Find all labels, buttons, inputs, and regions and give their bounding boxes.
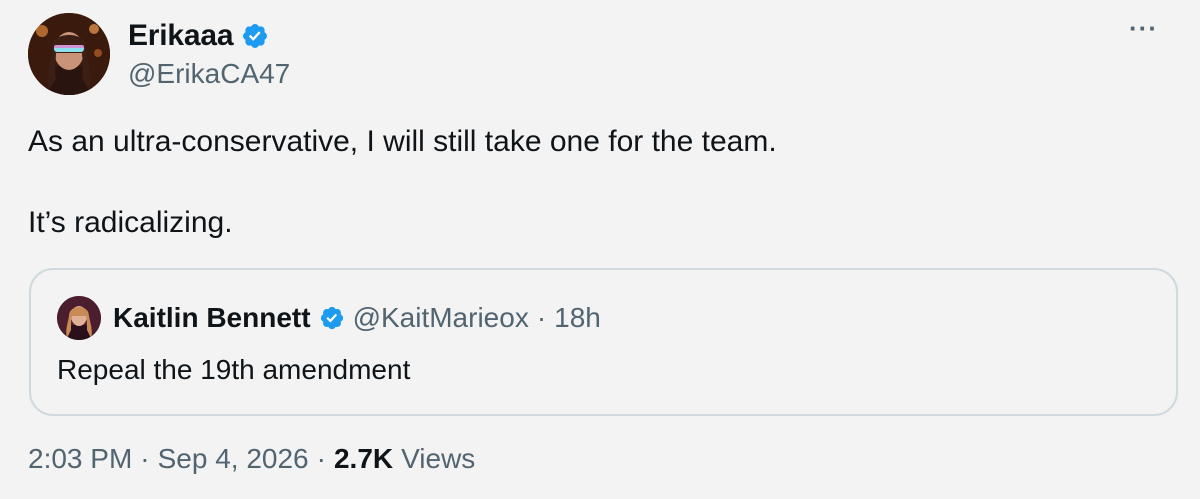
quoted-tweet-header: Kaitlin Bennett @KaitMarieox · 18h	[57, 296, 601, 340]
quoted-author-handle[interactable]: @KaitMarieox	[353, 302, 529, 334]
quoted-tweet[interactable]: Kaitlin Bennett @KaitMarieox · 18h Repea…	[29, 268, 1178, 416]
tweet-meta: 2:03 PM · Sep 4, 2026 · 2.7K Views	[28, 443, 475, 475]
tweet-text-line-2: It’s radicalizing.	[28, 206, 233, 239]
more-options-icon[interactable]: ···	[1129, 15, 1158, 41]
views-count[interactable]: 2.7K	[334, 443, 393, 475]
quoted-separator: ·	[536, 302, 547, 333]
meta-separator-2: ·	[316, 443, 326, 474]
author-handle[interactable]: @ErikaCA47	[128, 58, 290, 90]
tweet-card: Erikaaa @ErikaCA47 ··· As an ultra-conse…	[0, 0, 1200, 499]
meta-separator-1: ·	[140, 443, 150, 474]
quoted-author-avatar[interactable]	[57, 296, 101, 340]
tweet-text-line-1: As an ultra-conservative, I will still t…	[28, 125, 777, 158]
tweet-date[interactable]: Sep 4, 2026	[158, 443, 309, 475]
views-label: Views	[401, 443, 476, 474]
quoted-avatar-portrait-image	[57, 296, 101, 340]
avatar-portrait-image	[28, 13, 110, 95]
quoted-timestamp[interactable]: 18h	[554, 302, 601, 334]
author-name[interactable]: Erikaaa	[128, 19, 234, 53]
author-name-row: Erikaaa	[128, 16, 269, 56]
quoted-verified-badge-icon	[319, 305, 345, 331]
quoted-author-name[interactable]: Kaitlin Bennett	[113, 302, 311, 334]
quoted-tweet-text: Repeal the 19th amendment	[57, 354, 411, 385]
verified-badge-icon	[241, 22, 269, 50]
author-avatar[interactable]	[28, 13, 110, 95]
tweet-time[interactable]: 2:03 PM	[28, 443, 132, 475]
